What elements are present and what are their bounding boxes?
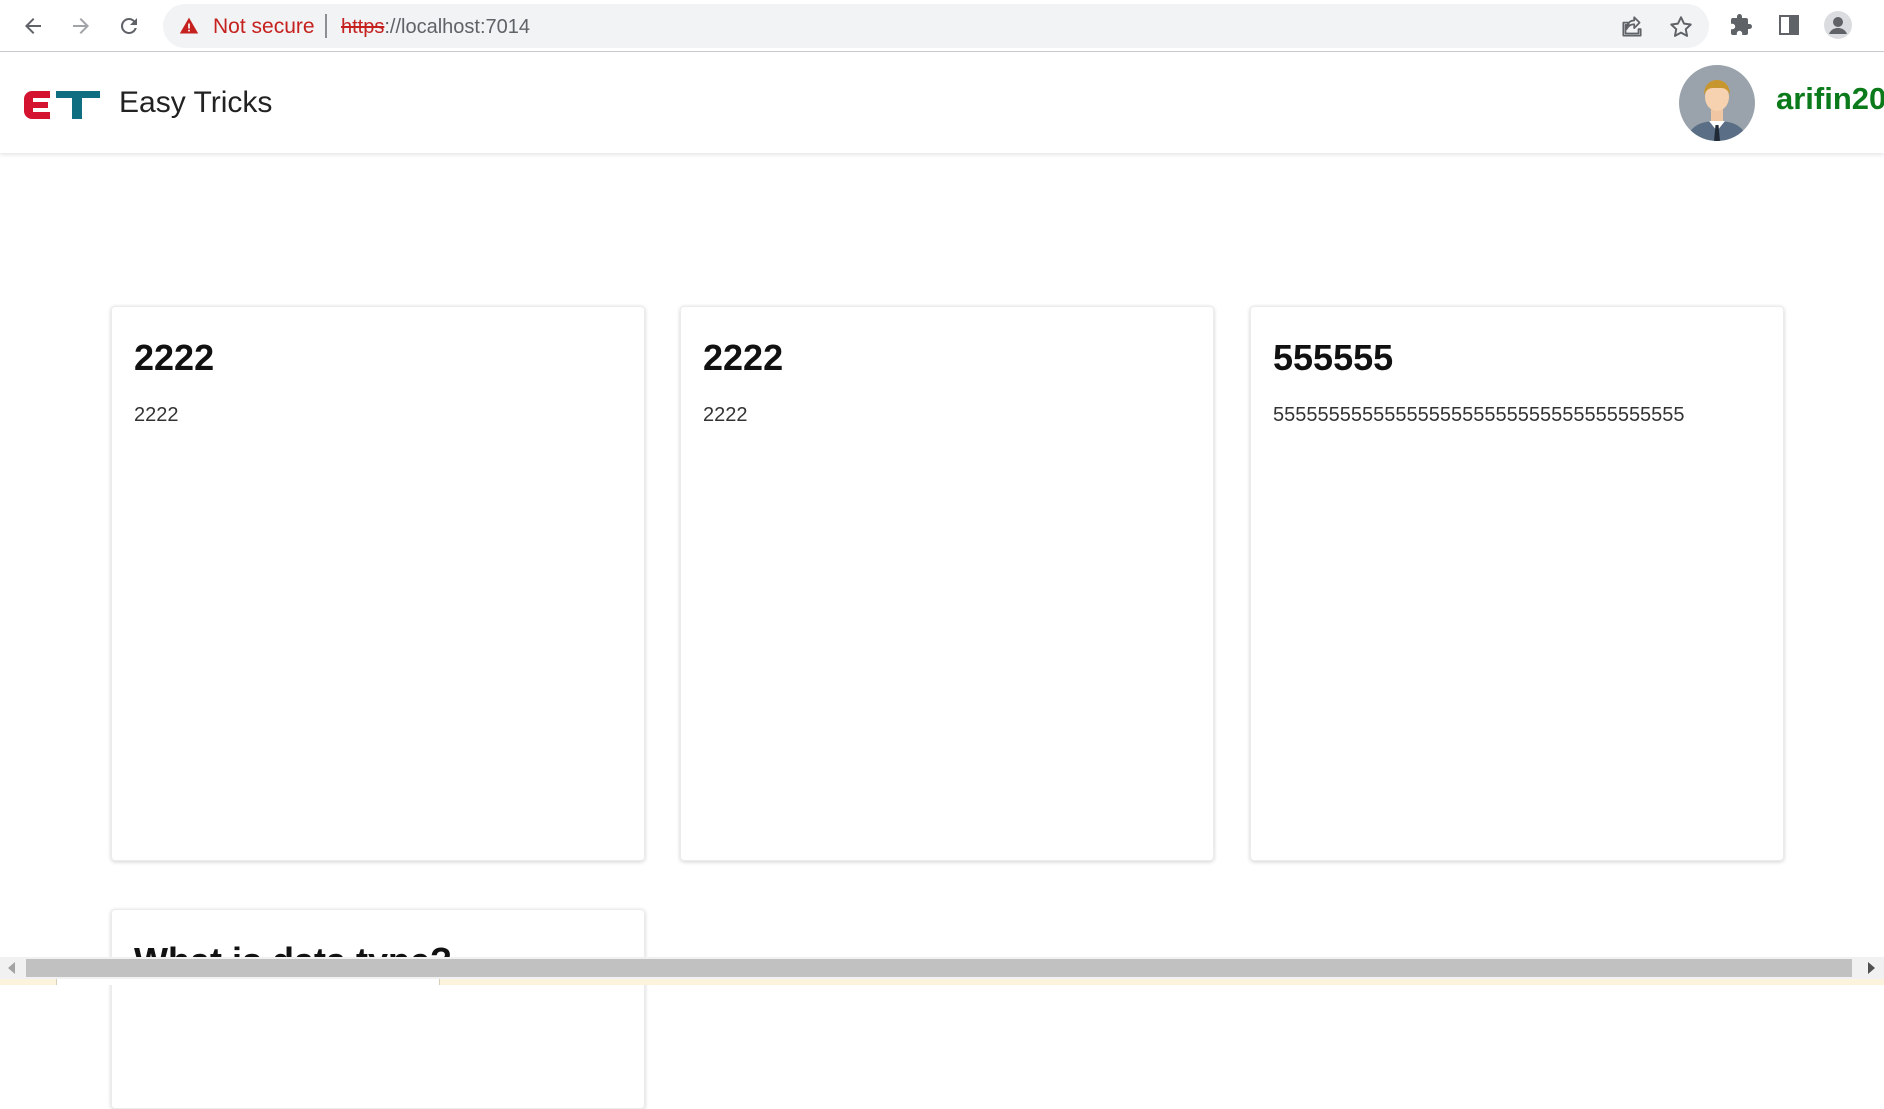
user-avatar[interactable]	[1679, 65, 1755, 141]
avatar-icon	[1679, 65, 1755, 141]
extensions-icon	[1731, 14, 1752, 35]
scroll-left-icon[interactable]	[8, 962, 15, 974]
card-text: 2222	[134, 404, 179, 426]
scrollbar-thumb[interactable]	[26, 959, 1852, 977]
security-status[interactable]: Not secure	[213, 15, 315, 39]
post-card[interactable]: What is data type?	[111, 909, 645, 1109]
reload-icon	[120, 17, 137, 34]
card-title: 2222	[703, 337, 784, 378]
back-button[interactable]	[15, 8, 51, 44]
reload-button[interactable]	[111, 8, 147, 44]
card-text: 5555555555555555555555555555555555555	[1273, 404, 1685, 426]
post-card[interactable]: 2222 2222	[111, 306, 645, 861]
side-panel-button[interactable]	[1774, 10, 1804, 40]
profile-icon	[1824, 11, 1852, 39]
star-icon[interactable]	[1668, 14, 1694, 40]
url-host: ://localhost:7014	[384, 16, 531, 38]
bottom-tab	[56, 979, 440, 985]
post-card[interactable]: 2222 2222	[680, 306, 1214, 861]
share-icon[interactable]	[1619, 14, 1645, 40]
profile-button[interactable]	[1823, 10, 1853, 40]
card-title: 555555	[1273, 337, 1394, 378]
address-separator	[325, 14, 327, 38]
url-scheme: https	[341, 16, 385, 38]
post-card[interactable]: 555555 555555555555555555555555555555555…	[1250, 306, 1784, 861]
warning-icon	[179, 17, 199, 34]
card-text: 2222	[703, 404, 748, 426]
username[interactable]: arifin20	[1776, 81, 1884, 117]
browser-toolbar: Not secure https://localhost:7014	[0, 0, 1884, 52]
app-header: Easy Tricks arifin20	[0, 53, 1884, 153]
url-text[interactable]: https://localhost:7014	[341, 16, 530, 39]
forward-button[interactable]	[63, 8, 99, 44]
easy-tricks-logo[interactable]	[22, 89, 102, 121]
extensions-button[interactable]	[1726, 10, 1756, 40]
card-title: 2222	[134, 337, 215, 378]
brand-name[interactable]: Easy Tricks	[119, 86, 272, 120]
forward-arrow-icon	[73, 18, 89, 34]
side-panel-icon	[1779, 15, 1799, 35]
address-bar[interactable]: Not secure https://localhost:7014	[163, 4, 1709, 48]
back-arrow-icon	[25, 18, 41, 34]
horizontal-scrollbar[interactable]	[0, 957, 1884, 979]
scroll-right-icon[interactable]	[1868, 962, 1875, 974]
